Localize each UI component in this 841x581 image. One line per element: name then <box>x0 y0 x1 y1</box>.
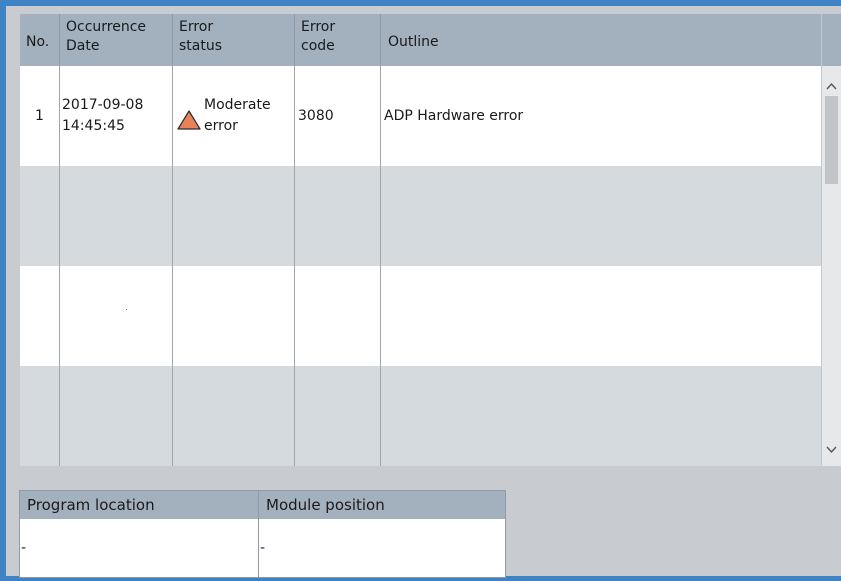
chevron-up-icon[interactable] <box>824 80 839 94</box>
cell-error-status: Moderate error <box>173 66 295 166</box>
cell-occurrence-date <box>60 166 173 266</box>
error-table-body: 1 2017-09-08 14:45:45 Moderate error 308… <box>20 66 821 466</box>
cell-error-status <box>173 266 295 366</box>
chevron-down-icon[interactable] <box>824 442 839 456</box>
cell-outline: ADP Hardware error <box>381 66 821 166</box>
vertical-scrollbar[interactable] <box>821 14 841 466</box>
detail-table-header: Program location Module position <box>20 491 505 519</box>
cell-error-status <box>173 366 295 466</box>
occurrence-date: 2017-09-08 <box>62 97 144 113</box>
occurrence-time: 14:45:45 <box>62 118 125 134</box>
column-header-outline-label: Outline <box>388 33 439 50</box>
error-table-header: No. Occurrence Date Error status Error c… <box>20 14 821 66</box>
module-position-value: - <box>260 540 266 556</box>
scrollbar-thumb[interactable] <box>825 96 838 184</box>
table-row[interactable]: 1 2017-09-08 14:45:45 Moderate error 308… <box>20 66 821 166</box>
detail-table-body: - - <box>20 519 505 577</box>
cell-occurrence-date <box>60 366 173 466</box>
column-header-outline[interactable]: Outline <box>381 14 821 66</box>
cell-error-code <box>295 266 381 366</box>
header-module-position: Module position <box>266 496 385 514</box>
column-header-code-line2: code <box>301 38 335 54</box>
cell-occurrence-date <box>60 266 173 366</box>
cell-outline <box>381 266 821 366</box>
cell-outline <box>381 366 821 466</box>
table-row[interactable] <box>20 166 821 266</box>
cell-no: 1 <box>20 66 60 166</box>
cell-outline <box>381 166 821 266</box>
table-row[interactable] <box>20 366 821 466</box>
error-detail-table: Program location Module position - - <box>19 490 506 578</box>
error-status-line1: Moderate <box>204 97 271 113</box>
column-header-status-line1: Error <box>179 19 214 35</box>
cell-error-code <box>295 366 381 466</box>
program-location-value: - <box>20 519 259 577</box>
column-header-status-line2: status <box>179 38 223 54</box>
error-code: 3080 <box>298 108 334 124</box>
error-status-line2: error <box>204 118 238 134</box>
column-header-no[interactable]: No. <box>20 14 60 66</box>
warning-triangle-icon <box>177 110 201 130</box>
error-outline: ADP Hardware error <box>384 108 524 124</box>
cell-no <box>20 266 60 366</box>
cell-error-status <box>173 166 295 266</box>
cell-no <box>20 166 60 266</box>
column-header-code-line1: Error <box>301 19 336 35</box>
header-program-location: Program location <box>20 491 259 519</box>
error-table: No. Occurrence Date Error status Error c… <box>20 14 821 466</box>
column-header-error-status[interactable]: Error status <box>173 14 295 66</box>
column-header-occurrence-date[interactable]: Occurrence Date <box>60 14 173 66</box>
error-history-panel: No. Occurrence Date Error status Error c… <box>6 6 841 578</box>
row-number: 1 <box>35 108 44 124</box>
cell-no <box>20 366 60 466</box>
scrollbar-header-spacer <box>822 14 841 66</box>
window-frame: No. Occurrence Date Error status Error c… <box>0 0 841 581</box>
column-header-date-line2: Date <box>66 38 100 54</box>
cell-error-code: 3080 <box>295 66 381 166</box>
table-row[interactable] <box>20 266 821 366</box>
cell-error-code <box>295 166 381 266</box>
column-header-no-label: No. <box>26 33 50 50</box>
cell-occurrence-date: 2017-09-08 14:45:45 <box>60 66 173 166</box>
column-header-error-code[interactable]: Error code <box>295 14 381 66</box>
stray-dot <box>126 309 127 310</box>
column-header-date-line1: Occurrence <box>66 19 147 35</box>
